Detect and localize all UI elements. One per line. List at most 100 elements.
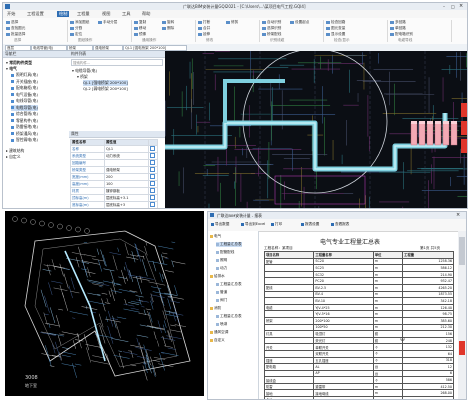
- ribbon-button[interactable]: 桥架配线: [262, 32, 281, 37]
- properties-row[interactable]: 名称 QJ-1: [70, 145, 158, 153]
- ribbon-button[interactable]: 打断: [198, 20, 210, 25]
- nav-item[interactable]: 综合管线(电): [11, 111, 38, 117]
- nav-item[interactable]: 零星构件(电): [11, 118, 38, 124]
- ribbon-button[interactable]: 定位: [70, 32, 82, 37]
- cad-drawing[interactable]: [165, 51, 467, 208]
- properties-row[interactable]: 材质 镀锌钢板: [70, 187, 158, 195]
- property-value[interactable]: 强电桥架: [103, 166, 150, 174]
- ribbon-button[interactable]: 镜像: [134, 32, 146, 37]
- property-checkbox[interactable]: [149, 209, 158, 210]
- property-value[interactable]: QJ-1: [103, 145, 150, 153]
- report-nav-item[interactable]: 工程量汇总表: [216, 282, 242, 287]
- property-checkbox[interactable]: [148, 152, 158, 160]
- property-checkbox[interactable]: [148, 173, 158, 181]
- property-value[interactable]: 桥架(电): [104, 209, 148, 210]
- side-tab-marker[interactable]: [459, 341, 465, 355]
- equipment-block[interactable]: [442, 122, 450, 146]
- report-nav-item[interactable]: 阀门: [216, 298, 227, 303]
- report-tool-button[interactable]: 导出到Excel: [241, 222, 265, 227]
- maximize-icon[interactable]: □: [451, 4, 455, 9]
- property-value[interactable]: 200: [103, 173, 150, 181]
- property-checkbox[interactable]: [148, 145, 158, 153]
- nav-item[interactable]: 电气设备(电): [11, 92, 38, 98]
- properties-row[interactable]: 桥架类型 强电桥架: [70, 166, 158, 174]
- nav-item[interactable]: 电缆导管(电): [11, 104, 38, 111]
- ribbon-button[interactable]: 延伸: [198, 32, 210, 37]
- nav-item[interactable]: 桥架通风(电): [11, 131, 38, 137]
- report-scrollbar[interactable]: [458, 231, 466, 399]
- report-nav-item[interactable]: 电气: [210, 234, 221, 239]
- property-value[interactable]: 层底标高+3.1: [103, 194, 150, 202]
- report-nav-item[interactable]: 自定义: [210, 338, 225, 343]
- menu-6[interactable]: 帮助: [142, 11, 150, 17]
- properties-row[interactable]: 顶标高(m) 层底标高+3.1: [70, 194, 158, 202]
- report-nav-item[interactable]: 通风空调: [210, 330, 228, 335]
- equipment-block[interactable]: [434, 122, 442, 146]
- report-nav-item[interactable]: 消防: [210, 306, 221, 311]
- component-tree-item[interactable]: QJ-2 [弱电桥架 200*100]: [83, 86, 128, 92]
- property-value[interactable]: 层底标高+3: [103, 201, 150, 208]
- minimize-icon[interactable]: –: [443, 4, 445, 9]
- ribbon-button[interactable]: 选择识别: [262, 26, 281, 31]
- report-tool-button[interactable]: 导出数据: [211, 222, 229, 227]
- ribbon-button[interactable]: 批量选择: [6, 32, 25, 37]
- report-close-icon[interactable]: ×: [456, 212, 460, 218]
- ribbon-button[interactable]: 移动: [134, 26, 146, 31]
- report-nav-item[interactable]: 动力: [216, 266, 227, 271]
- side-tab[interactable]: [461, 121, 467, 135]
- ribbon-button[interactable]: 删除: [162, 26, 174, 31]
- cable-tray-branch[interactable]: [223, 79, 285, 123]
- side-tab[interactable]: [461, 139, 467, 153]
- property-checkbox[interactable]: [148, 180, 158, 188]
- property-value[interactable]: 镀锌钢板: [103, 187, 150, 195]
- ribbon-button[interactable]: 修剪: [226, 20, 238, 25]
- ribbon-button[interactable]: 配电箱识别: [390, 32, 413, 37]
- report-nav-item[interactable]: 配管配线: [216, 250, 234, 255]
- equipment-block[interactable]: [418, 122, 426, 146]
- property-checkbox[interactable]: [148, 194, 158, 202]
- properties-row[interactable]: 系统类型 动力系统: [70, 152, 158, 160]
- property-value[interactable]: [103, 159, 150, 167]
- property-value[interactable]: 100: [103, 180, 150, 188]
- properties-row[interactable]: 回路编号: [70, 159, 158, 167]
- menu-2[interactable]: 绘制: [57, 11, 70, 17]
- floor-plan-drawing[interactable]: 3008地下室: [5, 211, 204, 396]
- ribbon-button[interactable]: 单回路: [390, 26, 406, 31]
- property-checkbox[interactable]: [148, 166, 158, 174]
- nav-item[interactable]: 防雷接地(电): [11, 124, 38, 130]
- report-tool-button[interactable]: 打印: [271, 222, 282, 227]
- ribbon-button[interactable]: 复制: [134, 20, 146, 25]
- property-checkbox[interactable]: [148, 201, 158, 208]
- menu-5[interactable]: 工具: [122, 11, 130, 17]
- properties-row[interactable]: 底标高(m) 层底标高+3: [70, 201, 158, 208]
- ribbon-button[interactable]: 显示设置: [326, 32, 345, 37]
- cable-tray[interactable]: [165, 113, 448, 172]
- side-tabs[interactable]: [461, 103, 467, 163]
- report-nav-item[interactable]: 照明: [216, 258, 227, 263]
- scrollbar-thumb[interactable]: [459, 237, 465, 265]
- menu-0[interactable]: 开始: [7, 11, 15, 17]
- nav-footer-item[interactable]: ▸ 自定义: [6, 154, 21, 160]
- menu-4[interactable]: 视图: [102, 11, 110, 17]
- properties-row[interactable]: 汇总信息桥架(电): [71, 209, 158, 210]
- ribbon-button[interactable]: 查找图元: [6, 26, 25, 31]
- report-nav-item[interactable]: 工程量汇总表: [216, 314, 242, 319]
- cad-viewport[interactable]: [165, 51, 467, 208]
- menu-3[interactable]: 工程量: [77, 11, 90, 17]
- ribbon-button[interactable]: 自动识别: [262, 20, 281, 25]
- ribbon-button[interactable]: 检查回路: [326, 20, 345, 25]
- menu-1[interactable]: 工程设置: [27, 11, 44, 17]
- report-nav-item[interactable]: 给排水: [210, 274, 225, 279]
- nav-item[interactable]: 配电箱柜(电): [11, 85, 38, 91]
- nav-item[interactable]: 智控弱电(电): [11, 137, 38, 143]
- ribbon-button[interactable]: 合并: [198, 26, 210, 31]
- ribbon-button[interactable]: 手动分层: [98, 20, 117, 25]
- side-tab[interactable]: [461, 103, 467, 117]
- property-checkbox[interactable]: [148, 159, 158, 167]
- ribbon-button[interactable]: 多回路: [390, 20, 406, 25]
- nav-item[interactable]: 照明灯具(电): [11, 72, 38, 78]
- report-nav-item[interactable]: 管道: [216, 290, 227, 295]
- ribbon-button[interactable]: 旋转: [162, 20, 174, 25]
- nav-item[interactable]: 电线导管(电): [11, 98, 38, 104]
- ribbon-button[interactable]: 添加图纸: [70, 20, 89, 25]
